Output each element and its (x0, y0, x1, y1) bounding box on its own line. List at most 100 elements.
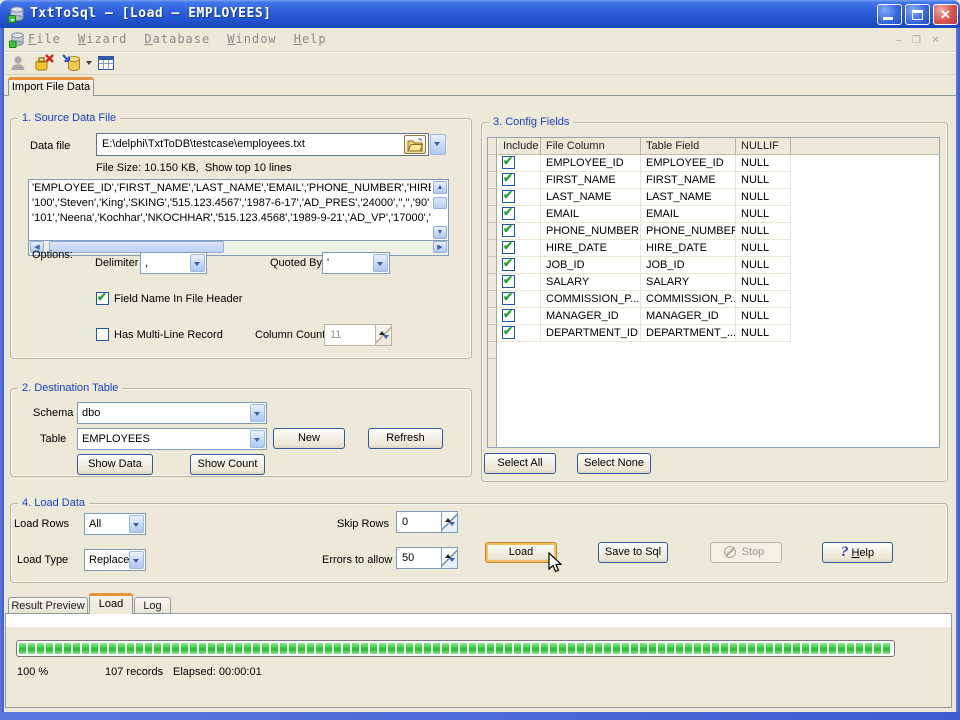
include-checkbox[interactable]: ✔ (502, 257, 515, 271)
table-field-cell[interactable]: MANAGER_ID (641, 308, 736, 325)
multiline-checkbox[interactable] (96, 328, 109, 341)
chevron-down-icon[interactable] (250, 404, 265, 422)
tab-log[interactable]: Log (134, 597, 171, 614)
data-file-dropdown-arrow[interactable] (430, 134, 446, 155)
schema-combo[interactable]: dbo (77, 402, 267, 424)
file-preview-memo[interactable]: 'EMPLOYEE_ID','FIRST_NAME','LAST_NAME','… (28, 179, 449, 241)
file-column-cell[interactable]: MANAGER_ID (541, 308, 641, 325)
data-file-input[interactable]: E:\delphi\TxtToDB\testcase\employees.txt (96, 133, 429, 156)
table-field-cell[interactable]: FIRST_NAME (641, 172, 736, 189)
include-checkbox[interactable]: ✔ (502, 240, 515, 254)
mdi-close-button[interactable]: ✕ (928, 33, 943, 47)
column-header-table-field[interactable]: Table Field (641, 138, 736, 155)
chevron-down-icon[interactable] (129, 515, 144, 533)
config-fields-grid[interactable]: Include File Column Table Field NULLIF ✔… (487, 137, 940, 448)
file-column-cell[interactable]: LAST_NAME (541, 189, 641, 206)
nullif-cell[interactable]: NULL (736, 257, 791, 274)
nullif-cell[interactable]: NULL (736, 325, 791, 342)
file-column-cell[interactable]: FIRST_NAME (541, 172, 641, 189)
export-dropdown-caret-icon[interactable] (86, 61, 92, 68)
save-to-sql-button[interactable]: Save to Sql (598, 542, 668, 563)
nullif-cell[interactable]: NULL (736, 189, 791, 206)
mdi-restore-button[interactable]: ❐ (909, 33, 924, 47)
include-cell[interactable]: ✔ (498, 223, 541, 240)
file-column-cell[interactable]: EMAIL (541, 206, 641, 223)
load-rows-combo[interactable]: All (84, 513, 146, 535)
delimiter-combo[interactable]: , (140, 252, 207, 274)
sql-window-button[interactable] (96, 53, 118, 74)
scroll-right-icon[interactable]: ▶ (433, 241, 447, 253)
table-combo[interactable]: EMPLOYEES (77, 428, 267, 450)
nullif-cell[interactable]: NULL (736, 291, 791, 308)
export-db-button[interactable] (61, 53, 83, 74)
scroll-up-icon[interactable]: ▲ (433, 181, 447, 194)
table-field-cell[interactable]: SALARY (641, 274, 736, 291)
field-name-checkbox-label[interactable]: Field Name In File Header (114, 293, 242, 305)
show-count-button[interactable]: Show Count (190, 454, 265, 475)
chevron-down-icon[interactable] (129, 551, 144, 569)
include-cell[interactable]: ✔ (498, 308, 541, 325)
maximize-button[interactable] (905, 4, 930, 25)
help-button[interactable]: ? Help (822, 542, 893, 563)
nullif-cell[interactable]: NULL (736, 274, 791, 291)
menu-help[interactable]: Help (294, 28, 327, 46)
quoted-by-combo[interactable]: ' (322, 252, 390, 274)
include-checkbox[interactable]: ✔ (502, 155, 515, 169)
tab-import-file-data[interactable]: Import File Data (8, 77, 94, 96)
include-checkbox[interactable]: ✔ (502, 172, 515, 186)
include-checkbox[interactable]: ✔ (502, 325, 515, 339)
field-name-checkbox[interactable]: ✔ (96, 291, 109, 305)
include-checkbox[interactable]: ✔ (502, 189, 515, 203)
include-cell[interactable]: ✔ (498, 257, 541, 274)
file-column-cell[interactable]: JOB_ID (541, 257, 641, 274)
tab-load[interactable]: Load (89, 593, 133, 614)
nullif-cell[interactable]: NULL (736, 206, 791, 223)
file-column-cell[interactable]: COMMISSION_P... (541, 291, 641, 308)
include-cell[interactable]: ✔ (498, 274, 541, 291)
show-data-button[interactable]: Show Data (77, 454, 153, 475)
include-checkbox[interactable]: ✔ (502, 206, 515, 220)
column-header-include[interactable]: Include (498, 138, 541, 155)
minimize-button[interactable] (877, 4, 902, 25)
nullif-cell[interactable]: NULL (736, 240, 791, 257)
load-button[interactable]: Load (485, 542, 557, 563)
table-field-cell[interactable]: JOB_ID (641, 257, 736, 274)
disconnect-button[interactable] (34, 53, 56, 74)
multiline-checkbox-label[interactable]: Has Multi-Line Record (114, 329, 223, 341)
close-button[interactable]: ✕ (933, 4, 958, 25)
include-cell[interactable]: ✔ (498, 206, 541, 223)
table-field-cell[interactable]: COMMISSION_P... (641, 291, 736, 308)
mdi-minimize-button[interactable]: – (891, 33, 906, 47)
nullif-cell[interactable]: NULL (736, 223, 791, 240)
menu-wizard[interactable]: Wizard (78, 28, 127, 46)
include-cell[interactable]: ✔ (498, 172, 541, 189)
chevron-down-icon[interactable] (190, 254, 205, 272)
chevron-down-icon[interactable] (373, 254, 388, 272)
include-checkbox[interactable]: ✔ (502, 274, 515, 288)
include-cell[interactable]: ✔ (498, 291, 541, 308)
file-column-cell[interactable]: PHONE_NUMBER (541, 223, 641, 240)
include-cell[interactable]: ✔ (498, 189, 541, 206)
include-checkbox[interactable]: ✔ (502, 291, 515, 305)
table-field-cell[interactable]: EMPLOYEE_ID (641, 155, 736, 172)
file-column-cell[interactable]: HIRE_DATE (541, 240, 641, 257)
new-button[interactable]: New (273, 428, 345, 449)
tab-result-preview[interactable]: Result Preview (8, 597, 88, 614)
menu-database[interactable]: Database (144, 28, 210, 46)
nullif-cell[interactable]: NULL (736, 155, 791, 172)
vertical-scrollbar-thumb[interactable] (433, 197, 447, 209)
spinner-buttons-icon[interactable] (441, 512, 457, 532)
file-column-cell[interactable]: SALARY (541, 274, 641, 291)
table-field-cell[interactable]: HIRE_DATE (641, 240, 736, 257)
table-field-cell[interactable]: PHONE_NUMBER (641, 223, 736, 240)
column-header-file-column[interactable]: File Column (541, 138, 641, 155)
nullif-cell[interactable]: NULL (736, 172, 791, 189)
table-field-cell[interactable]: DEPARTMENT_... (641, 325, 736, 342)
table-field-cell[interactable]: LAST_NAME (641, 189, 736, 206)
menu-file[interactable]: File (28, 28, 61, 46)
include-checkbox[interactable]: ✔ (502, 223, 515, 237)
load-type-combo[interactable]: Replace (84, 549, 146, 571)
errors-to-allow-spinner[interactable]: 50 (396, 547, 458, 569)
include-checkbox[interactable]: ✔ (502, 308, 515, 322)
nullif-cell[interactable]: NULL (736, 308, 791, 325)
